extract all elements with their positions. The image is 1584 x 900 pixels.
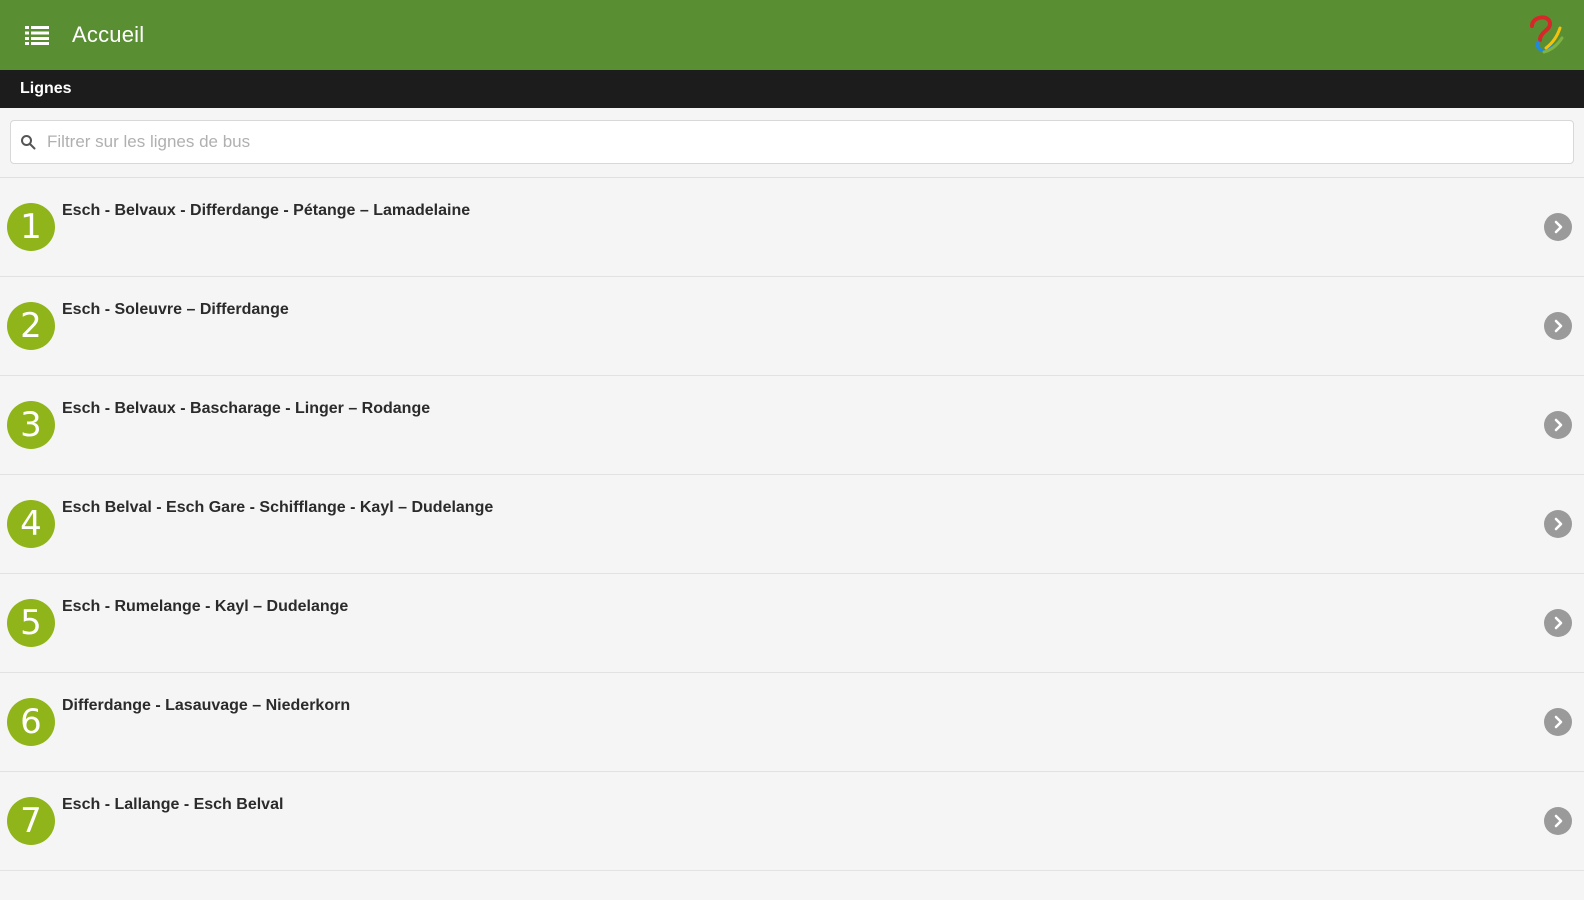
- bus-line-item[interactable]: 2 Esch - Soleuvre – Differdange: [0, 277, 1584, 376]
- line-number-badge: 4: [7, 500, 55, 548]
- app-title: Accueil: [72, 22, 145, 47]
- app-root: Accueil Lignes 1 Esch - Belvaux - Differd…: [0, 0, 1584, 900]
- line-name: Esch - Lallange - Esch Belval: [62, 796, 284, 813]
- bus-line-item[interactable]: 1 Esch - Belvaux - Differdange - Pétange …: [0, 178, 1584, 277]
- search-box[interactable]: [10, 120, 1574, 164]
- line-number-badge: 1: [7, 203, 55, 251]
- line-name: Esch Belval - Esch Gare - Schifflange - …: [62, 499, 494, 516]
- bus-line-item[interactable]: 3 Esch - Belvaux - Bascharage - Linger – …: [0, 376, 1584, 475]
- section-header: Lignes: [0, 70, 1584, 108]
- line-name: Differdange - Lasauvage – Niederkorn: [62, 697, 351, 714]
- bus-line-item[interactable]: 6 Differdange - Lasauvage – Niederkorn: [0, 673, 1584, 772]
- line-name: Esch - Belvaux - Bascharage - Linger – R…: [62, 400, 431, 417]
- line-name: Esch - Belvaux - Differdange - Pétange –…: [62, 202, 471, 219]
- section-title: Lignes: [20, 80, 72, 97]
- chevron-right-icon[interactable]: [1544, 510, 1572, 538]
- app-logo-icon: [1524, 12, 1564, 56]
- chevron-right-icon[interactable]: [1544, 708, 1572, 736]
- bus-line-item[interactable]: 4 Esch Belval - Esch Gare - Schifflange -…: [0, 475, 1584, 574]
- search-container: [0, 108, 1584, 178]
- app-bar: Accueil: [0, 0, 1584, 70]
- line-number-badge: 3: [7, 401, 55, 449]
- line-number-badge: 2: [7, 302, 55, 350]
- search-input[interactable]: [45, 121, 1573, 163]
- chevron-right-icon[interactable]: [1544, 609, 1572, 637]
- line-number-badge: 6: [7, 698, 55, 746]
- chevron-right-icon[interactable]: [1544, 213, 1572, 241]
- bus-lines-list: 1 Esch - Belvaux - Differdange - Pétange …: [0, 178, 1584, 871]
- line-name: Esch - Soleuvre – Differdange: [62, 301, 289, 318]
- line-number-badge: 7: [7, 797, 55, 845]
- line-number-badge: 5: [7, 599, 55, 647]
- chevron-right-icon[interactable]: [1544, 807, 1572, 835]
- chevron-right-icon[interactable]: [1544, 312, 1572, 340]
- line-name: Esch - Rumelange - Kayl – Dudelange: [62, 598, 349, 615]
- bus-line-item[interactable]: 5 Esch - Rumelange - Kayl – Dudelange: [0, 574, 1584, 673]
- menu-list-icon[interactable]: [24, 24, 50, 46]
- bus-line-item[interactable]: 7 Esch - Lallange - Esch Belval: [0, 772, 1584, 871]
- search-icon: [19, 133, 37, 151]
- chevron-right-icon[interactable]: [1544, 411, 1572, 439]
